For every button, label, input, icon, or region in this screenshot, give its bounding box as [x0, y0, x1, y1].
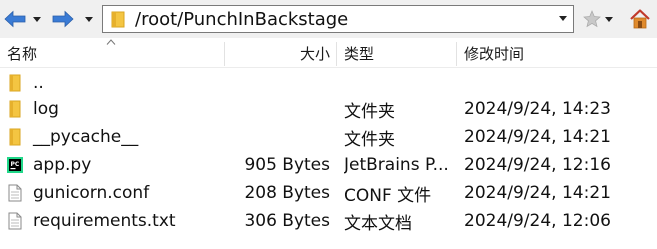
- back-history-dropdown[interactable]: [30, 9, 44, 29]
- file-list-header: 名称 大小 类型 修改时间: [0, 38, 657, 68]
- path-history-dropdown[interactable]: [559, 16, 567, 21]
- file-name: log: [33, 99, 59, 119]
- back-arrow-icon: [4, 10, 26, 28]
- file-size: 208 Bytes: [244, 183, 330, 203]
- file-row-app-py[interactable]: PC app.py 905 Bytes JetBrains P... 2024/…: [0, 152, 657, 178]
- file-size: [230, 70, 330, 96]
- column-header-size-label: 大小: [299, 44, 330, 63]
- file-size: 306 Bytes: [244, 211, 330, 231]
- svg-text:PC: PC: [11, 161, 20, 168]
- column-header-name[interactable]: 名称: [7, 38, 222, 68]
- file-row-parent[interactable]: ..: [0, 70, 657, 96]
- file-name: app.py: [33, 155, 92, 175]
- back-button[interactable]: [4, 9, 26, 29]
- file-name: gunicorn.conf: [33, 183, 150, 203]
- folder-icon: [9, 74, 21, 92]
- chevron-down-icon: [605, 16, 613, 22]
- file-type: CONF 文件: [344, 185, 432, 206]
- file-row-gunicorn-conf[interactable]: gunicorn.conf 208 Bytes CONF 文件 2024/9/2…: [0, 180, 657, 206]
- forward-history-dropdown[interactable]: [82, 9, 96, 29]
- file-name: ..: [33, 73, 44, 93]
- forward-arrow-icon: [52, 10, 74, 28]
- chevron-down-icon: [85, 16, 93, 22]
- favorites-dropdown[interactable]: [603, 9, 615, 29]
- file-modified: [464, 70, 654, 96]
- column-header-name-label: 名称: [7, 44, 38, 63]
- file-size: 905 Bytes: [244, 155, 330, 175]
- column-divider[interactable]: [336, 42, 337, 66]
- file-modified: 2024/9/24, 12:06: [464, 211, 611, 231]
- column-header-size[interactable]: 大小: [226, 38, 330, 68]
- folder-icon: [9, 128, 21, 146]
- home-icon: [630, 9, 650, 29]
- file-modified: 2024/9/24, 14:21: [464, 127, 611, 147]
- chevron-down-icon: [33, 16, 41, 22]
- file-name: __pycache__: [33, 127, 139, 147]
- column-header-modified-label: 修改时间: [464, 44, 525, 63]
- file-modified: 2024/9/24, 14:21: [464, 183, 611, 203]
- file-type: JetBrains P...: [344, 155, 449, 175]
- file-type: 文件夹: [344, 129, 395, 150]
- document-file-icon: [8, 184, 22, 202]
- file-modified: 2024/9/24, 12:16: [464, 155, 611, 175]
- folder-icon: [111, 11, 125, 27]
- column-header-modified[interactable]: 修改时间: [464, 38, 654, 68]
- column-divider[interactable]: [224, 42, 225, 66]
- file-size: [230, 124, 330, 150]
- star-icon: [583, 10, 601, 28]
- file-row-pycache[interactable]: __pycache__ 文件夹 2024/9/24, 14:21: [0, 124, 657, 150]
- file-row-requirements-txt[interactable]: requirements.txt 306 Bytes 文本文档 2024/9/2…: [0, 208, 657, 234]
- address-bar[interactable]: /root/PunchInBackstage: [102, 5, 574, 33]
- file-type: 文本文档: [344, 213, 412, 234]
- favorites-button[interactable]: [582, 8, 602, 30]
- file-size: [230, 96, 330, 122]
- file-row-log[interactable]: log 文件夹 2024/9/24, 14:23: [0, 96, 657, 122]
- pycharm-file-icon: PC: [7, 157, 23, 173]
- document-file-icon: [8, 212, 22, 230]
- folder-icon: [9, 100, 21, 118]
- column-divider[interactable]: [456, 42, 457, 66]
- navigation-toolbar: /root/PunchInBackstage: [0, 0, 657, 38]
- forward-button[interactable]: [52, 9, 74, 29]
- home-button[interactable]: [629, 8, 651, 30]
- file-type: [344, 70, 452, 96]
- column-header-type-label: 类型: [344, 44, 375, 63]
- file-modified: 2024/9/24, 14:23: [464, 99, 611, 119]
- file-name: requirements.txt: [33, 211, 176, 231]
- column-header-type[interactable]: 类型: [344, 38, 454, 68]
- file-type: 文件夹: [344, 101, 395, 122]
- current-path: /root/PunchInBackstage: [135, 8, 349, 30]
